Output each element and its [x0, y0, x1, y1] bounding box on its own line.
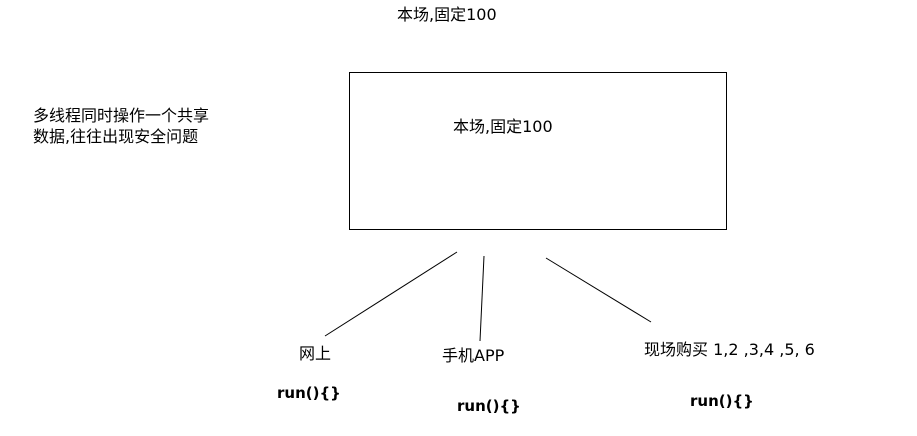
code-onsite: run(){} — [690, 392, 754, 410]
code-app: run(){} — [457, 397, 521, 415]
connector-line-online — [324, 251, 458, 337]
connector-lines — [324, 251, 652, 342]
code-online: run(){} — [277, 384, 341, 402]
connector-line-onsite — [545, 257, 652, 323]
channel-label-app: 手机APP — [442, 346, 505, 365]
channel-label-onsite: 现场购买 1,2 ,3,4 ,5, 6 — [644, 340, 815, 359]
channel-label-online: 网上 — [299, 344, 332, 363]
connector-line-app — [479, 255, 485, 342]
